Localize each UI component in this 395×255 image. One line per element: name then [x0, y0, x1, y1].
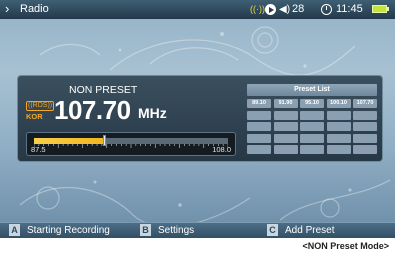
- preset-slot[interactable]: [247, 145, 271, 154]
- tuner-scale-ticks: [34, 144, 228, 148]
- preset-slot[interactable]: [326, 122, 351, 131]
- preset-slot[interactable]: [300, 133, 324, 143]
- clock-time: 11:45: [336, 3, 363, 15]
- status-bar: › Radio ((·)) ◀) 28 11:45: [0, 0, 395, 19]
- softkey-bar: A Starting Recording B Settings C Add Pr…: [0, 222, 395, 238]
- tuner-bar[interactable]: 87.5 108.0: [26, 132, 236, 156]
- preset-slot[interactable]: 91.90: [273, 99, 298, 108]
- preset-slot[interactable]: [353, 110, 377, 120]
- preset-slot[interactable]: [326, 145, 351, 154]
- preset-slot[interactable]: [247, 133, 271, 143]
- preset-slot[interactable]: [300, 110, 324, 120]
- radio-panel: NON PRESET ((RDS)) KOR 107.70 MHz 87.5 1…: [17, 75, 383, 162]
- softkey-a-badge: A: [9, 224, 20, 236]
- rds-badge: ((RDS)): [26, 101, 55, 111]
- preset-slot[interactable]: 107.70: [353, 99, 377, 108]
- preset-slot[interactable]: 89.10: [247, 99, 271, 108]
- preset-list: Preset List 89.10 91.90 95.10 100.10 107.70: [247, 84, 377, 154]
- preset-slot[interactable]: 95.10: [300, 99, 324, 108]
- softkey-a-label: Starting Recording: [27, 225, 110, 236]
- preset-slot[interactable]: [353, 122, 377, 131]
- preset-slot[interactable]: [273, 122, 298, 131]
- volume-level: 28: [292, 3, 305, 15]
- battery-icon: [372, 5, 389, 13]
- preset-slot[interactable]: [247, 122, 271, 131]
- figure-caption: <NON Preset Mode>: [302, 241, 389, 251]
- preset-slot[interactable]: [273, 133, 298, 143]
- softkey-b-label: Settings: [158, 225, 195, 236]
- play-icon: [265, 4, 276, 15]
- softkey-c-badge: C: [267, 224, 278, 236]
- preset-slot[interactable]: [247, 110, 271, 120]
- preset-slot[interactable]: [326, 110, 351, 120]
- signal-icon: ((·)): [250, 4, 265, 14]
- tuner-min-label: 87.5: [31, 145, 46, 154]
- back-icon[interactable]: ›: [5, 2, 9, 16]
- preset-slot[interactable]: [326, 133, 351, 143]
- preset-slot[interactable]: [300, 122, 324, 131]
- preset-grid: 89.10 91.90 95.10 100.10 107.70: [247, 99, 377, 154]
- softkey-b-badge: B: [140, 224, 151, 236]
- frequency-unit: MHz: [138, 105, 167, 121]
- device-screen: › Radio ((·)) ◀) 28 11:45 NON PRESET ((R…: [0, 0, 395, 238]
- region-label: KOR: [26, 112, 43, 121]
- preset-slot[interactable]: [273, 110, 298, 120]
- tuner-max-label: 108.0: [212, 145, 231, 154]
- frequency-value: 107.70: [54, 95, 131, 125]
- softkey-c-label: Add Preset: [285, 225, 335, 236]
- preset-slot[interactable]: [273, 145, 298, 154]
- app-title: Radio: [20, 3, 49, 15]
- preset-list-title: Preset List: [247, 84, 377, 96]
- preset-slot[interactable]: [353, 133, 377, 143]
- preset-slot[interactable]: [353, 145, 377, 154]
- clock-icon: [321, 4, 332, 15]
- volume-icon: ◀): [279, 4, 291, 15]
- preset-slot[interactable]: [300, 145, 324, 154]
- preset-slot[interactable]: 100.10: [326, 99, 351, 108]
